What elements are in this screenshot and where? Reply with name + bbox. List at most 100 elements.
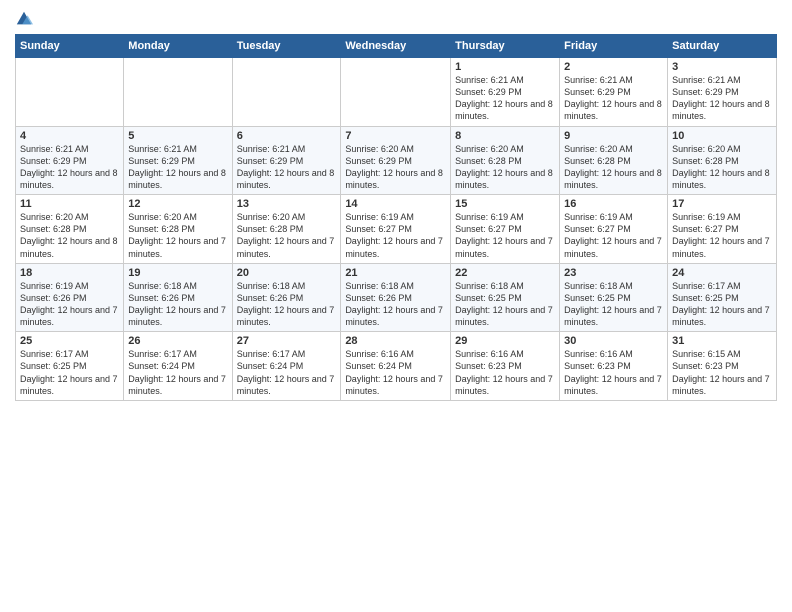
day-number: 21 [345, 267, 446, 279]
calendar-cell: 16Sunrise: 6:19 AM Sunset: 6:27 PM Dayli… [560, 195, 668, 264]
calendar-week-1: 4Sunrise: 6:21 AM Sunset: 6:29 PM Daylig… [16, 126, 777, 195]
calendar-cell: 12Sunrise: 6:20 AM Sunset: 6:28 PM Dayli… [124, 195, 232, 264]
day-number: 30 [564, 335, 663, 347]
day-info: Sunrise: 6:20 AM Sunset: 6:28 PM Dayligh… [672, 143, 772, 192]
day-number: 28 [345, 335, 446, 347]
calendar-cell: 23Sunrise: 6:18 AM Sunset: 6:25 PM Dayli… [560, 263, 668, 332]
day-number: 29 [455, 335, 555, 347]
day-number: 2 [564, 61, 663, 73]
calendar-cell: 19Sunrise: 6:18 AM Sunset: 6:26 PM Dayli… [124, 263, 232, 332]
calendar-cell: 11Sunrise: 6:20 AM Sunset: 6:28 PM Dayli… [16, 195, 124, 264]
day-number: 24 [672, 267, 772, 279]
day-info: Sunrise: 6:16 AM Sunset: 6:24 PM Dayligh… [345, 348, 446, 397]
day-number: 10 [672, 130, 772, 142]
day-info: Sunrise: 6:19 AM Sunset: 6:26 PM Dayligh… [20, 280, 119, 329]
calendar-cell: 26Sunrise: 6:17 AM Sunset: 6:24 PM Dayli… [124, 332, 232, 401]
calendar-week-2: 11Sunrise: 6:20 AM Sunset: 6:28 PM Dayli… [16, 195, 777, 264]
calendar-cell: 27Sunrise: 6:17 AM Sunset: 6:24 PM Dayli… [232, 332, 341, 401]
logo [15, 10, 37, 28]
day-info: Sunrise: 6:19 AM Sunset: 6:27 PM Dayligh… [455, 211, 555, 260]
calendar-cell: 31Sunrise: 6:15 AM Sunset: 6:23 PM Dayli… [668, 332, 777, 401]
day-number: 31 [672, 335, 772, 347]
col-tuesday: Tuesday [232, 35, 341, 58]
day-info: Sunrise: 6:20 AM Sunset: 6:28 PM Dayligh… [564, 143, 663, 192]
calendar-cell: 1Sunrise: 6:21 AM Sunset: 6:29 PM Daylig… [451, 58, 560, 127]
day-info: Sunrise: 6:17 AM Sunset: 6:25 PM Dayligh… [672, 280, 772, 329]
day-number: 3 [672, 61, 772, 73]
col-wednesday: Wednesday [341, 35, 451, 58]
calendar-week-3: 18Sunrise: 6:19 AM Sunset: 6:26 PM Dayli… [16, 263, 777, 332]
day-info: Sunrise: 6:18 AM Sunset: 6:26 PM Dayligh… [345, 280, 446, 329]
day-number: 9 [564, 130, 663, 142]
day-number: 16 [564, 198, 663, 210]
day-info: Sunrise: 6:20 AM Sunset: 6:29 PM Dayligh… [345, 143, 446, 192]
day-info: Sunrise: 6:21 AM Sunset: 6:29 PM Dayligh… [455, 74, 555, 123]
day-number: 4 [20, 130, 119, 142]
day-info: Sunrise: 6:19 AM Sunset: 6:27 PM Dayligh… [345, 211, 446, 260]
day-number: 5 [128, 130, 227, 142]
calendar-cell [341, 58, 451, 127]
header [15, 10, 777, 28]
calendar-cell: 21Sunrise: 6:18 AM Sunset: 6:26 PM Dayli… [341, 263, 451, 332]
day-info: Sunrise: 6:20 AM Sunset: 6:28 PM Dayligh… [20, 211, 119, 260]
calendar-cell: 6Sunrise: 6:21 AM Sunset: 6:29 PM Daylig… [232, 126, 341, 195]
day-info: Sunrise: 6:19 AM Sunset: 6:27 PM Dayligh… [564, 211, 663, 260]
calendar-cell: 24Sunrise: 6:17 AM Sunset: 6:25 PM Dayli… [668, 263, 777, 332]
calendar-cell: 20Sunrise: 6:18 AM Sunset: 6:26 PM Dayli… [232, 263, 341, 332]
calendar-cell: 7Sunrise: 6:20 AM Sunset: 6:29 PM Daylig… [341, 126, 451, 195]
day-info: Sunrise: 6:18 AM Sunset: 6:25 PM Dayligh… [564, 280, 663, 329]
day-info: Sunrise: 6:18 AM Sunset: 6:26 PM Dayligh… [237, 280, 337, 329]
day-number: 27 [237, 335, 337, 347]
calendar-cell: 18Sunrise: 6:19 AM Sunset: 6:26 PM Dayli… [16, 263, 124, 332]
col-thursday: Thursday [451, 35, 560, 58]
calendar-cell: 30Sunrise: 6:16 AM Sunset: 6:23 PM Dayli… [560, 332, 668, 401]
day-number: 19 [128, 267, 227, 279]
day-info: Sunrise: 6:16 AM Sunset: 6:23 PM Dayligh… [455, 348, 555, 397]
day-info: Sunrise: 6:16 AM Sunset: 6:23 PM Dayligh… [564, 348, 663, 397]
day-number: 17 [672, 198, 772, 210]
calendar-cell: 25Sunrise: 6:17 AM Sunset: 6:25 PM Dayli… [16, 332, 124, 401]
day-info: Sunrise: 6:21 AM Sunset: 6:29 PM Dayligh… [672, 74, 772, 123]
page: Sunday Monday Tuesday Wednesday Thursday… [0, 0, 792, 612]
day-number: 13 [237, 198, 337, 210]
day-number: 25 [20, 335, 119, 347]
day-number: 1 [455, 61, 555, 73]
calendar-cell [124, 58, 232, 127]
day-number: 20 [237, 267, 337, 279]
calendar-cell: 4Sunrise: 6:21 AM Sunset: 6:29 PM Daylig… [16, 126, 124, 195]
day-number: 15 [455, 198, 555, 210]
day-info: Sunrise: 6:21 AM Sunset: 6:29 PM Dayligh… [128, 143, 227, 192]
calendar-cell: 5Sunrise: 6:21 AM Sunset: 6:29 PM Daylig… [124, 126, 232, 195]
calendar-cell: 10Sunrise: 6:20 AM Sunset: 6:28 PM Dayli… [668, 126, 777, 195]
calendar-cell: 3Sunrise: 6:21 AM Sunset: 6:29 PM Daylig… [668, 58, 777, 127]
day-info: Sunrise: 6:18 AM Sunset: 6:26 PM Dayligh… [128, 280, 227, 329]
calendar-header: Sunday Monday Tuesday Wednesday Thursday… [16, 35, 777, 58]
calendar-cell: 2Sunrise: 6:21 AM Sunset: 6:29 PM Daylig… [560, 58, 668, 127]
calendar-cell: 17Sunrise: 6:19 AM Sunset: 6:27 PM Dayli… [668, 195, 777, 264]
day-number: 26 [128, 335, 227, 347]
day-info: Sunrise: 6:19 AM Sunset: 6:27 PM Dayligh… [672, 211, 772, 260]
day-number: 8 [455, 130, 555, 142]
calendar-cell: 29Sunrise: 6:16 AM Sunset: 6:23 PM Dayli… [451, 332, 560, 401]
calendar-cell [16, 58, 124, 127]
calendar-week-4: 25Sunrise: 6:17 AM Sunset: 6:25 PM Dayli… [16, 332, 777, 401]
calendar-cell: 14Sunrise: 6:19 AM Sunset: 6:27 PM Dayli… [341, 195, 451, 264]
calendar-table: Sunday Monday Tuesday Wednesday Thursday… [15, 34, 777, 401]
day-info: Sunrise: 6:21 AM Sunset: 6:29 PM Dayligh… [564, 74, 663, 123]
day-number: 11 [20, 198, 119, 210]
day-info: Sunrise: 6:17 AM Sunset: 6:25 PM Dayligh… [20, 348, 119, 397]
day-number: 18 [20, 267, 119, 279]
day-info: Sunrise: 6:17 AM Sunset: 6:24 PM Dayligh… [128, 348, 227, 397]
header-row: Sunday Monday Tuesday Wednesday Thursday… [16, 35, 777, 58]
day-info: Sunrise: 6:21 AM Sunset: 6:29 PM Dayligh… [20, 143, 119, 192]
day-info: Sunrise: 6:15 AM Sunset: 6:23 PM Dayligh… [672, 348, 772, 397]
col-monday: Monday [124, 35, 232, 58]
calendar-cell: 8Sunrise: 6:20 AM Sunset: 6:28 PM Daylig… [451, 126, 560, 195]
day-info: Sunrise: 6:21 AM Sunset: 6:29 PM Dayligh… [237, 143, 337, 192]
calendar-body: 1Sunrise: 6:21 AM Sunset: 6:29 PM Daylig… [16, 58, 777, 401]
calendar-week-0: 1Sunrise: 6:21 AM Sunset: 6:29 PM Daylig… [16, 58, 777, 127]
day-number: 14 [345, 198, 446, 210]
day-info: Sunrise: 6:20 AM Sunset: 6:28 PM Dayligh… [455, 143, 555, 192]
calendar-cell: 15Sunrise: 6:19 AM Sunset: 6:27 PM Dayli… [451, 195, 560, 264]
col-sunday: Sunday [16, 35, 124, 58]
